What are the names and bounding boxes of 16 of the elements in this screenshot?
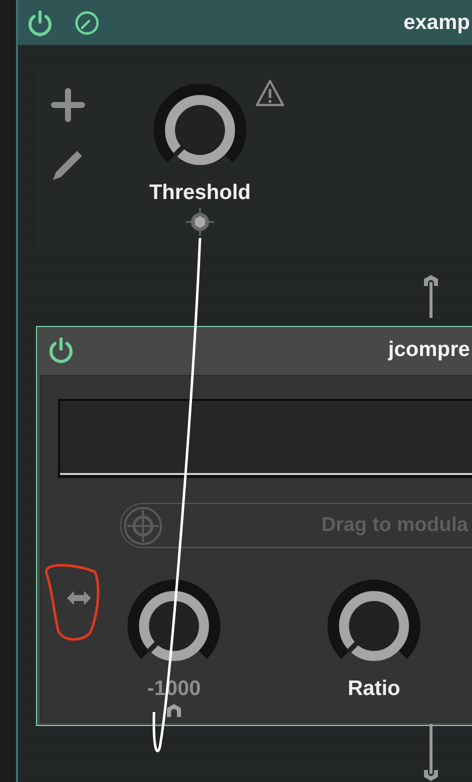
plus-icon[interactable] xyxy=(51,88,85,122)
knob-label: Ratio xyxy=(348,676,400,702)
device-title: jcompre xyxy=(388,338,471,362)
window-title: examp xyxy=(403,10,471,34)
power-icon[interactable] xyxy=(26,8,54,36)
warning-icon[interactable] xyxy=(255,79,285,107)
horizontal-arrows-icon[interactable] xyxy=(66,590,92,606)
input-port-icon[interactable] xyxy=(421,724,441,782)
output-port-icon[interactable] xyxy=(421,274,441,318)
pencil-icon[interactable] xyxy=(51,148,85,182)
input-port-icon[interactable] xyxy=(166,703,182,719)
power-icon[interactable] xyxy=(47,336,75,364)
modulation-target-icon xyxy=(123,506,163,546)
knob-label: Threshold xyxy=(149,180,251,206)
modulation-target-icon[interactable] xyxy=(185,207,215,237)
gauge-icon[interactable] xyxy=(74,10,100,36)
